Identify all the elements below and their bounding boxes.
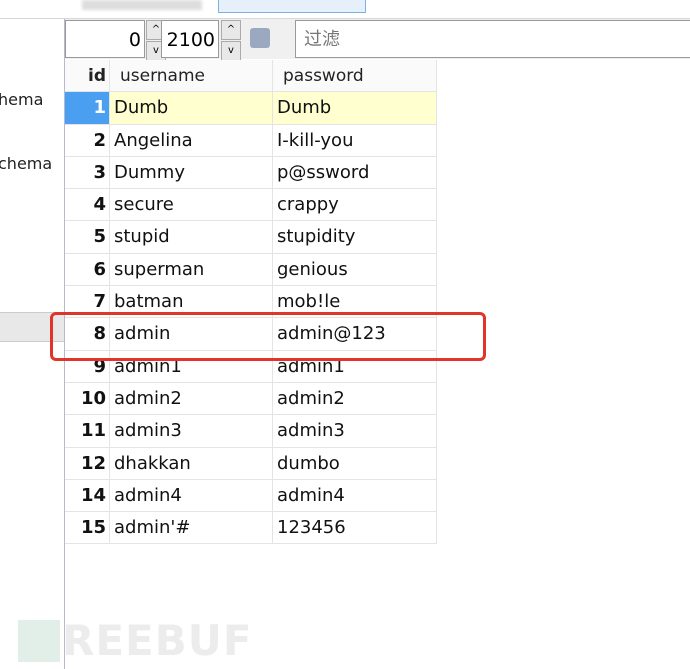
limit-input[interactable]: 2100 (161, 20, 219, 58)
password-cell[interactable]: 123456 (273, 512, 437, 545)
password-cell[interactable]: p@ssword (273, 156, 437, 190)
offset-input[interactable]: 0 (65, 20, 145, 58)
username-cell[interactable]: admin3 (110, 415, 273, 448)
password-cell[interactable]: admin2 (273, 382, 437, 416)
username-cell[interactable]: admin4 (110, 479, 273, 513)
table-row[interactable]: 10 admin2 admin2 (65, 382, 437, 416)
id-cell[interactable]: 4 (65, 189, 110, 222)
refresh-icon[interactable] (250, 28, 270, 48)
username-cell[interactable]: Angelina (110, 124, 273, 157)
watermark: REEBUF (18, 620, 253, 662)
id-cell[interactable]: 10 (65, 382, 110, 416)
id-cell[interactable]: 11 (65, 415, 110, 448)
id-cell[interactable]: 15 (65, 512, 110, 545)
table-row[interactable]: 5 stupid stupidity (65, 221, 437, 254)
up-icon[interactable]: ^ (221, 20, 241, 40)
watermark-logo (18, 620, 60, 662)
password-cell[interactable]: admin3 (273, 415, 437, 448)
username-cell[interactable]: stupid (110, 221, 273, 254)
table-row[interactable]: 3 Dummy p@ssword (65, 156, 437, 190)
top-toolbar (0, 0, 690, 19)
table-row[interactable]: 4 secure crappy (65, 189, 437, 222)
column-header-username[interactable]: username (110, 60, 273, 92)
username-cell[interactable]: superman (110, 253, 273, 287)
username-cell[interactable]: admin'# (110, 512, 273, 545)
toolbar-button[interactable] (82, 0, 202, 10)
column-header-password[interactable]: password (273, 60, 437, 92)
id-cell[interactable]: 6 (65, 253, 110, 287)
password-cell[interactable]: admin4 (273, 479, 437, 513)
password-cell[interactable]: I-kill-you (273, 124, 437, 157)
username-cell[interactable]: admin2 (110, 382, 273, 416)
id-cell[interactable]: 1 (65, 92, 110, 125)
table-row[interactable]: 6 superman genious (65, 253, 437, 287)
filter-input[interactable]: 过滤 (295, 20, 690, 58)
password-cell[interactable]: stupidity (273, 221, 437, 254)
id-cell[interactable]: 5 (65, 221, 110, 254)
table-row[interactable]: 1 Dumb Dumb (65, 92, 437, 125)
toolbar-button-active[interactable] (218, 0, 366, 13)
id-cell[interactable]: 12 (65, 447, 110, 480)
table-row[interactable]: 2 Angelina I-kill-you (65, 124, 437, 157)
password-cell[interactable]: dumbo (273, 447, 437, 480)
data-grid: id username password 1 Dumb Dumb 2 Angelina I… (65, 60, 437, 545)
table-row[interactable]: 11 admin3 admin3 (65, 415, 437, 448)
id-cell[interactable]: 14 (65, 479, 110, 513)
watermark-text: REEBUF (62, 616, 253, 665)
schema-item[interactable]: chema (0, 154, 52, 173)
down-icon[interactable]: v (221, 41, 241, 61)
username-cell[interactable]: secure (110, 189, 273, 222)
password-cell[interactable]: genious (273, 253, 437, 287)
id-cell[interactable]: 3 (65, 156, 110, 190)
schema-item[interactable]: hema (0, 90, 43, 109)
column-header-id[interactable]: id (65, 60, 110, 92)
table-row[interactable]: 12 dhakkan dumbo (65, 447, 437, 480)
highlight-box (50, 312, 486, 361)
header-row: id username password (65, 60, 437, 92)
username-cell[interactable]: Dumb (110, 92, 273, 125)
table-row[interactable]: 15 admin'# 123456 (65, 512, 437, 545)
password-cell[interactable]: Dumb (273, 92, 437, 125)
id-cell[interactable]: 2 (65, 124, 110, 157)
username-cell[interactable]: Dummy (110, 156, 273, 190)
password-cell[interactable]: crappy (273, 189, 437, 222)
username-cell[interactable]: dhakkan (110, 447, 273, 480)
grid-toolbar: 0 ^ v 2100 ^ v 过滤 (65, 19, 690, 61)
limit-spinner[interactable]: ^ v (221, 20, 241, 61)
table-row[interactable]: 14 admin4 admin4 (65, 479, 437, 513)
